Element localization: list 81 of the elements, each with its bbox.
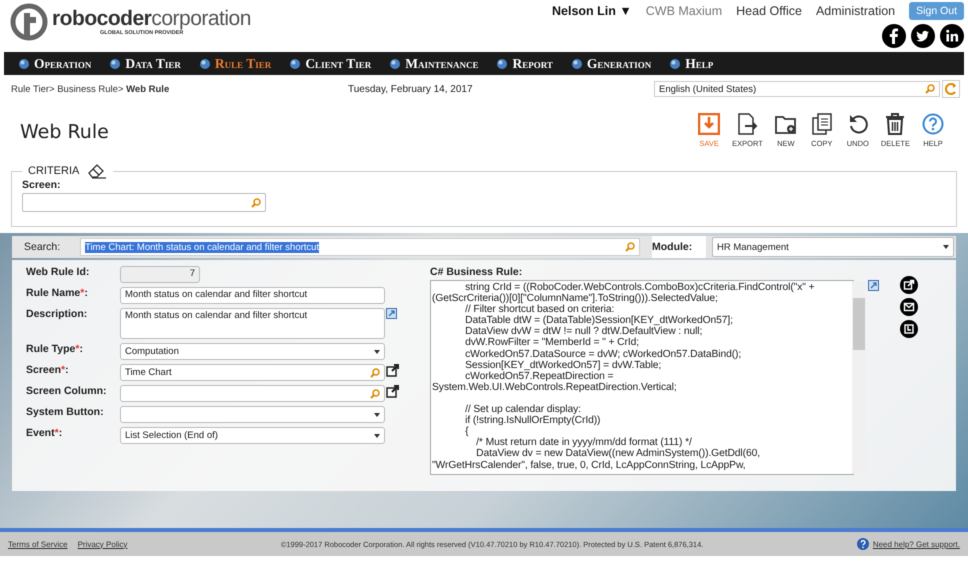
support-link[interactable]: Need help? Get support. bbox=[872, 540, 960, 548]
menu-item-icon bbox=[109, 58, 122, 70]
breadcrumb: Rule Tier> Business Rule> Web Rule bbox=[11, 84, 170, 94]
field-label: Rule Type*: bbox=[26, 343, 84, 355]
copy-icon bbox=[810, 113, 833, 135]
edit-icon[interactable] bbox=[900, 276, 918, 294]
expand-icon[interactable] bbox=[386, 308, 397, 319]
nav-tab[interactable]: Report bbox=[496, 56, 553, 72]
field-label: Screen*: bbox=[26, 364, 70, 376]
help-icon[interactable] bbox=[856, 538, 869, 550]
code-editor[interactable]: string CrId = ((RoboCoder.WebControls.ComboBox)cCriteria.FindControl("x" + (GetScrCriteria())[0]["ColumnName"].ToString())).SelectedValue; // Filter shortcut based on criteria: DataTable dtW = (DataTable)Session[KEY_dtWorkedOn57]; DataView dvW = dtW != null ? dtW.DefaultView : null; dvW.RowFilter = "MemberId = " + CrId; cWorkedOn57.DataSource = dvW; cWorkedOn57.DataBind(); Session[KEY_dtWorkedOn57] = dvW.Table; cWorkedOn57.RepeatDirection = System.Web.UI.WebControls.RepeatDirection.Vertical; // Set up calendar display: if (!string.IsNullOrEmpty(CrId)) { /* Must return date in yyyy/mm/dd format (111) */ DataView dv = new DataView((new AdminSystem()).GetDdl(60, "WrGetHrsCalender", false, true, 0, CrId, LcAppConnString, LcAppPw, bbox=[430, 280, 854, 475]
nav-tab[interactable]: Data Tier bbox=[109, 56, 181, 72]
menu-item-icon bbox=[669, 58, 682, 70]
search-icon[interactable] bbox=[625, 242, 635, 252]
nav-tab[interactable]: Help bbox=[669, 56, 714, 72]
dropdown-caret-icon bbox=[374, 350, 380, 354]
module-label: Module: bbox=[652, 236, 706, 258]
lookup-field[interactable] bbox=[120, 385, 385, 402]
scrollbar[interactable] bbox=[852, 281, 866, 474]
open-window-icon[interactable] bbox=[386, 385, 399, 398]
search-label: Search: bbox=[24, 241, 62, 253]
criteria-title: CRITERIA bbox=[28, 165, 80, 177]
user-menu[interactable]: Nelson Lin ▼ bbox=[552, 4, 632, 18]
menu-item-icon bbox=[389, 58, 402, 70]
id-field: 7 bbox=[120, 266, 200, 283]
refresh-icon bbox=[945, 83, 957, 95]
menu-item-icon bbox=[18, 58, 30, 70]
date-text: Tuesday, February 14, 2017 bbox=[348, 84, 474, 94]
facebook-icon[interactable] bbox=[882, 24, 906, 48]
refresh-button[interactable] bbox=[942, 80, 960, 98]
lookup-field[interactable]: Time Chart bbox=[120, 364, 385, 381]
module-dropdown[interactable]: HR Management bbox=[712, 237, 954, 257]
header-link[interactable]: Head Office bbox=[736, 4, 802, 18]
search-field[interactable]: Time Chart: Month status on calendar and filter shortcut bbox=[80, 238, 640, 256]
language-field[interactable]: English (United States) bbox=[654, 81, 940, 97]
mail-icon[interactable] bbox=[900, 298, 918, 316]
company-name: robocodercorporation bbox=[52, 8, 251, 30]
field-label: Screen Column: bbox=[26, 385, 108, 397]
field-label: Screen: bbox=[22, 179, 62, 191]
search-icon[interactable] bbox=[370, 368, 380, 378]
new-folder-icon bbox=[774, 113, 797, 135]
twitter-icon[interactable] bbox=[911, 24, 935, 48]
field-label: Event*: bbox=[26, 427, 64, 439]
dropdown[interactable]: Computation bbox=[120, 343, 385, 360]
menu-item-icon bbox=[198, 58, 211, 70]
expand-icon[interactable] bbox=[868, 280, 879, 291]
search-icon[interactable] bbox=[925, 84, 935, 94]
export-icon bbox=[736, 113, 758, 135]
field-label: System Button: bbox=[26, 406, 105, 418]
code-label: C# Business Rule: bbox=[430, 266, 524, 278]
header-link[interactable]: CWB Maxium bbox=[646, 4, 722, 18]
dropdown-caret-icon bbox=[374, 434, 380, 438]
open-window-icon[interactable] bbox=[386, 364, 399, 377]
trash-icon bbox=[884, 113, 906, 135]
menu-item-icon bbox=[570, 58, 583, 70]
search-icon[interactable] bbox=[251, 198, 261, 208]
screen-search-field[interactable] bbox=[22, 193, 266, 212]
page-title: Web Rule bbox=[20, 121, 109, 145]
footer-link[interactable]: Terms of Service bbox=[8, 540, 68, 548]
logo-icon bbox=[10, 3, 50, 41]
nav-tab[interactable]: Rule Tier bbox=[198, 56, 272, 72]
nav-tab[interactable]: Maintenance bbox=[389, 56, 478, 72]
linkedin-icon[interactable] bbox=[940, 24, 964, 48]
eraser-icon[interactable] bbox=[87, 163, 108, 179]
text-field[interactable]: Month status on calendar and filter shortcut bbox=[120, 287, 385, 304]
dropdown-caret-icon bbox=[374, 412, 380, 416]
menu-item-icon bbox=[289, 58, 302, 70]
nav-tab[interactable]: Operation bbox=[18, 56, 92, 72]
search-icon[interactable] bbox=[370, 388, 380, 398]
field-label: Web Rule Id: bbox=[26, 266, 90, 278]
nav-tab[interactable]: Client Tier bbox=[289, 56, 372, 72]
menu-item-icon bbox=[496, 58, 508, 70]
nav-tab[interactable]: Generation bbox=[570, 56, 652, 72]
help-icon bbox=[922, 113, 944, 135]
header-link[interactable]: Administration bbox=[816, 4, 896, 18]
footer-link[interactable]: Privacy Policy bbox=[78, 540, 128, 548]
text-area[interactable]: Month status on calendar and filter shortcut bbox=[120, 308, 385, 339]
dropdown-caret-icon bbox=[943, 245, 949, 249]
field-label: Rule Name*: bbox=[26, 287, 89, 299]
dropdown[interactable]: List Selection (End of) bbox=[120, 427, 385, 444]
field-label: Description: bbox=[26, 308, 88, 320]
